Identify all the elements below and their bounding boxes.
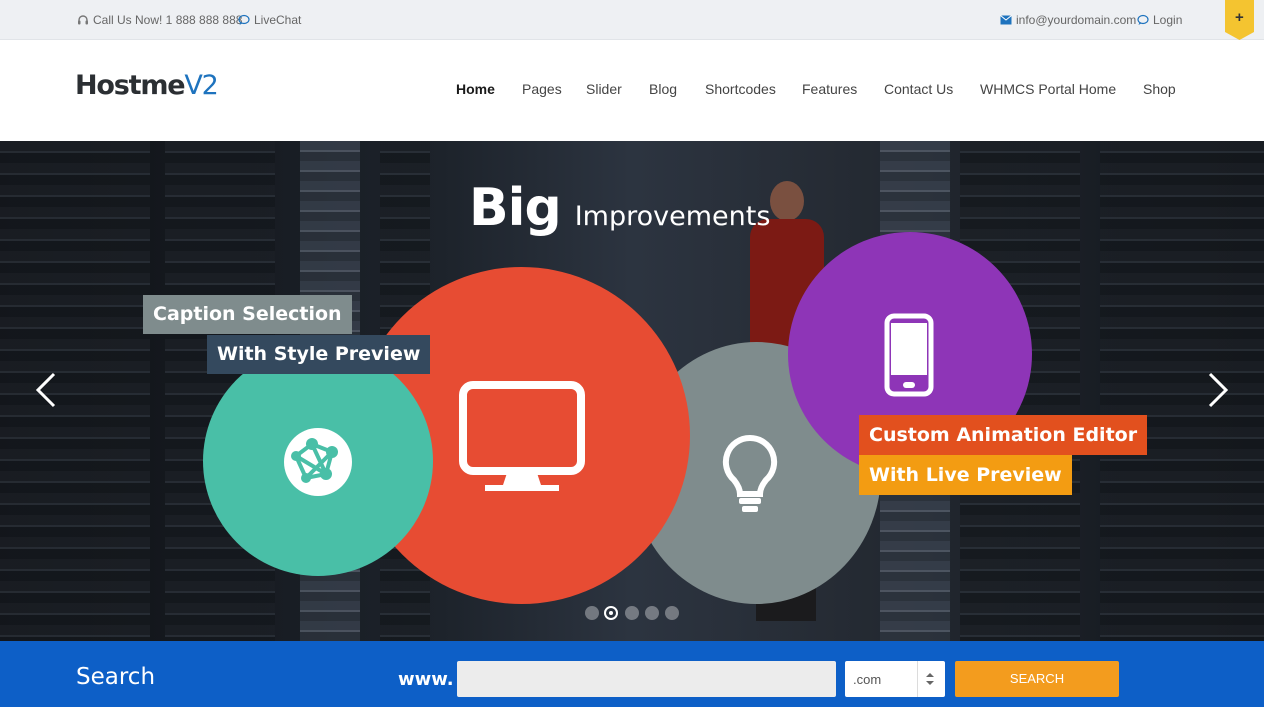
search-title: Search	[76, 664, 156, 690]
nav-item-shop[interactable]: Shop	[1143, 81, 1176, 97]
caption-animation-editor: Custom Animation Editor	[859, 415, 1148, 455]
headset-icon	[78, 15, 88, 25]
main-nav: Home Pages Slider Blog Shortcodes Featur…	[0, 81, 1264, 101]
slide-dot[interactable]	[585, 606, 599, 620]
envelope-icon	[1000, 15, 1012, 25]
server-rack-bg	[0, 141, 150, 641]
nav-item-shortcodes[interactable]: Shortcodes	[705, 81, 776, 97]
prev-slide-arrow-icon[interactable]	[34, 370, 58, 410]
globe-circle	[203, 346, 433, 576]
tld-selected-value: .com	[853, 672, 882, 687]
plus-icon: +	[1235, 9, 1244, 26]
livechat-label: LiveChat	[254, 13, 302, 27]
updown-arrows-icon	[926, 673, 934, 685]
site-header: HostmeV2 Home Pages Slider Blog Shortcod…	[0, 40, 1264, 141]
caption-selection: Caption Selection	[143, 295, 352, 334]
server-rack-bg	[1100, 141, 1264, 641]
domain-search-bar: Search www. .com SEARCH	[0, 641, 1264, 707]
hero-title-rest: Improvements	[574, 201, 771, 232]
slider-pagination	[583, 604, 683, 624]
slide-dot[interactable]	[645, 606, 659, 620]
nav-item-contact-us[interactable]: Contact Us	[884, 81, 953, 97]
email-link[interactable]: info@yourdomain.com	[1000, 13, 1136, 27]
chat-icon	[238, 14, 250, 25]
select-divider	[917, 661, 918, 697]
nav-item-whmcs-portal-home[interactable]: WHMCS Portal Home	[980, 81, 1116, 97]
top-bar: Call Us Now! 1 888 888 888 LiveChat info…	[0, 0, 1264, 40]
globe-network-icon	[284, 428, 352, 496]
slide-dot-active[interactable]	[604, 606, 618, 620]
login-label: Login	[1153, 13, 1183, 27]
monitor-icon	[459, 381, 585, 491]
hero-title: Big Improvements	[469, 178, 770, 238]
nav-item-features[interactable]: Features	[802, 81, 857, 97]
email-text: info@yourdomain.com	[1016, 13, 1137, 27]
slide-dot[interactable]	[625, 606, 639, 620]
next-slide-arrow-icon[interactable]	[1206, 370, 1230, 410]
search-button[interactable]: SEARCH	[955, 661, 1119, 697]
nav-item-slider[interactable]: Slider	[586, 81, 622, 97]
www-prefix: www.	[398, 669, 454, 690]
nav-item-home[interactable]: Home	[456, 81, 495, 97]
hero-title-big: Big	[469, 178, 562, 238]
lightbulb-icon	[722, 434, 778, 512]
chat-icon	[1137, 14, 1149, 25]
slide-dot[interactable]	[665, 606, 679, 620]
caption-style-preview: With Style Preview	[207, 335, 431, 374]
nav-item-blog[interactable]: Blog	[649, 81, 677, 97]
tld-select[interactable]: .com	[845, 661, 945, 697]
login-link[interactable]: Login	[1137, 13, 1182, 27]
nav-item-pages[interactable]: Pages	[522, 81, 562, 97]
expand-panel-tab[interactable]: +	[1225, 0, 1254, 40]
caption-live-preview: With Live Preview	[859, 455, 1072, 495]
domain-input[interactable]	[457, 661, 836, 697]
livechat-link[interactable]: LiveChat	[238, 13, 301, 27]
phone-info: Call Us Now! 1 888 888 888	[77, 13, 242, 27]
smartphone-icon	[884, 313, 934, 397]
hero-slider: Big Improvements Caption Selection With …	[0, 141, 1264, 641]
phone-text: Call Us Now! 1 888 888 888	[93, 13, 243, 27]
